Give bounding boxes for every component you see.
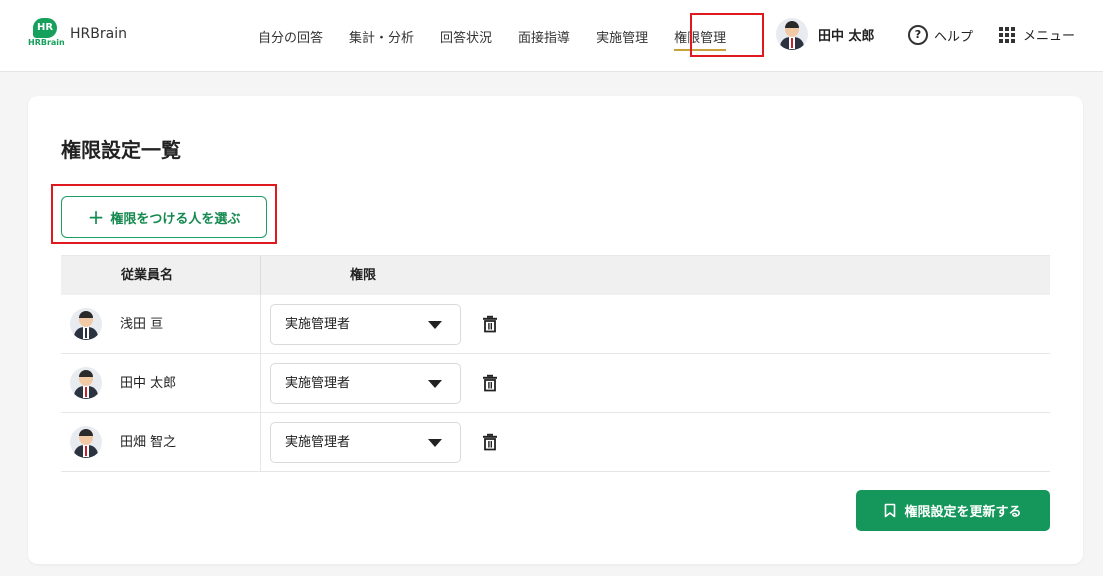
header-employee-name: 従業員名 — [121, 268, 174, 283]
role-select-value: 実施管理者 — [285, 376, 351, 391]
user-profile[interactable]: 田中 太郎 — [776, 18, 875, 50]
trash-icon[interactable] — [482, 374, 498, 392]
employee-name: 浅田 亘 — [120, 317, 164, 332]
caret-down-icon — [428, 380, 442, 388]
grid-menu-icon — [999, 26, 1015, 43]
logo-name: HRBrain — [70, 26, 127, 42]
employee-name: 田畑 智之 — [120, 435, 177, 450]
logo[interactable]: HR HRBrain HRBrain — [28, 18, 127, 50]
update-button-label: 権限設定を更新する — [904, 505, 1022, 520]
help-label: ヘルプ — [934, 29, 974, 45]
logo-small-text: HRBrain — [28, 38, 65, 47]
table-row: 浅田 亘 実施管理者 — [61, 295, 1050, 354]
avatar — [776, 18, 808, 50]
page-title: 権限設定一覧 — [61, 138, 181, 162]
role-select-value: 実施管理者 — [285, 435, 351, 450]
header-permission: 権限 — [350, 268, 377, 283]
bookmark-icon — [885, 503, 896, 518]
trash-icon[interactable] — [482, 433, 498, 451]
caret-down-icon — [428, 439, 442, 447]
nav-highlight-box — [690, 13, 764, 57]
trash-icon[interactable] — [482, 315, 498, 333]
top-header: HR HRBrain HRBrain 自分の回答 集計・分析 回答状況 面接指導… — [0, 0, 1103, 72]
user-name: 田中 太郎 — [818, 28, 875, 44]
menu-label: メニュー — [1023, 29, 1076, 44]
avatar — [70, 426, 102, 458]
logo-mark: HR HRBrain — [28, 18, 65, 50]
caret-down-icon — [428, 321, 442, 329]
role-select[interactable]: 実施管理者 — [270, 363, 461, 404]
avatar — [70, 308, 102, 340]
nav-response-status[interactable]: 回答状況 — [440, 27, 492, 46]
add-button-highlight-box — [51, 184, 277, 244]
table-header: 従業員名 権限 — [61, 255, 1050, 296]
nav-my-answers[interactable]: 自分の回答 — [258, 27, 323, 46]
table-row: 田畑 智之 実施管理者 — [61, 413, 1050, 472]
avatar — [70, 367, 102, 399]
employee-name: 田中 太郎 — [120, 376, 177, 391]
nav-interview-guidance[interactable]: 面接指導 — [518, 27, 570, 46]
help-link[interactable]: ? ヘルプ — [908, 25, 973, 45]
role-select[interactable]: 実施管理者 — [270, 304, 461, 345]
permission-table: 従業員名 権限 浅田 亘 実施管理者 田中 太郎 実施管理者 田畑 智之 実施管… — [61, 255, 1050, 472]
help-icon: ? — [908, 25, 928, 45]
table-row: 田中 太郎 実施管理者 — [61, 354, 1050, 413]
update-permissions-button[interactable]: 権限設定を更新する — [856, 490, 1050, 531]
role-select-value: 実施管理者 — [285, 317, 351, 332]
menu-button[interactable]: メニュー — [999, 25, 1075, 44]
logo-bubble: HR — [33, 18, 57, 38]
role-select[interactable]: 実施管理者 — [270, 422, 461, 463]
nav-implementation-management[interactable]: 実施管理 — [596, 27, 648, 46]
main-nav: 自分の回答 集計・分析 回答状況 面接指導 実施管理 権限管理 — [258, 0, 727, 72]
permission-card: 権限設定一覧 + 権限をつける人を選ぶ 従業員名 権限 浅田 亘 実施管理者 田… — [28, 96, 1083, 564]
nav-analysis[interactable]: 集計・分析 — [349, 27, 414, 46]
